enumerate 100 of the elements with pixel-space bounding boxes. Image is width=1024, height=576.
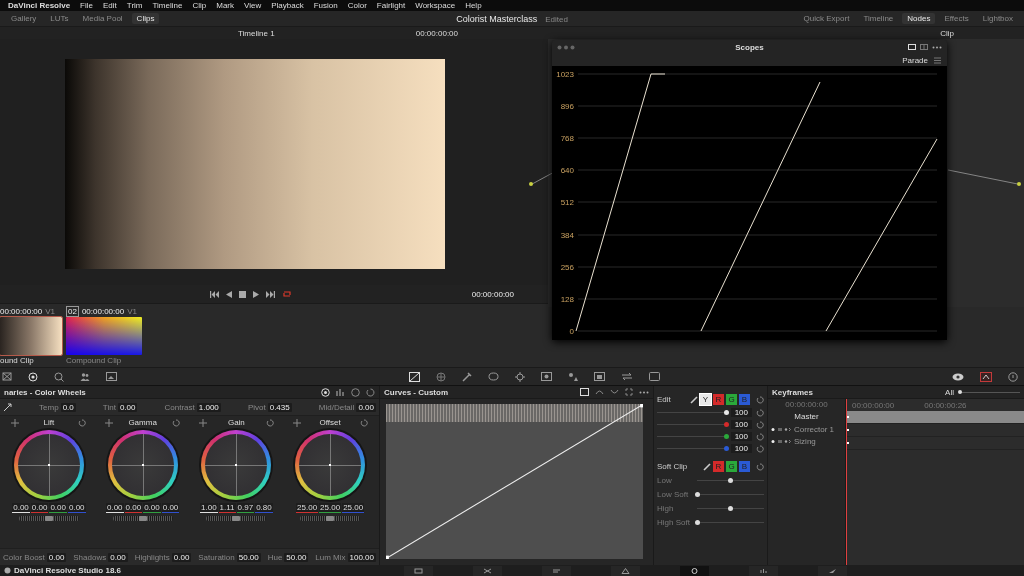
param-field[interactable]: 1.000: [196, 402, 221, 412]
master-wheel-thumb[interactable]: [138, 516, 147, 521]
stop-icon[interactable]: [239, 290, 246, 298]
menu-item[interactable]: Mark: [216, 0, 234, 11]
param-field[interactable]: 100.00: [347, 552, 376, 562]
master-wheel-thumb[interactable]: [44, 516, 53, 521]
page-button[interactable]: [611, 565, 640, 576]
page-button[interactable]: [473, 565, 502, 576]
wheel-value-field[interactable]: 0.00: [30, 503, 49, 513]
skip-forward-icon[interactable]: [266, 290, 275, 298]
more-icon[interactable]: [639, 390, 649, 394]
window-controls-icon[interactable]: [557, 44, 575, 50]
intensity-field[interactable]: 100: [730, 432, 752, 441]
wheel-value-field[interactable]: 0.00: [12, 503, 30, 513]
custom-curve-icon[interactable]: [580, 388, 589, 396]
menu-item[interactable]: Fusion: [313, 0, 338, 11]
toolbar-button[interactable]: Quick Export: [798, 13, 855, 24]
slider-thumb[interactable]: [694, 520, 700, 525]
track-name[interactable]: Sizing: [794, 436, 816, 446]
hue-curve-icon[interactable]: [595, 388, 604, 396]
master-wheel-track[interactable]: [18, 516, 79, 521]
reset-icon[interactable]: [366, 387, 375, 397]
page-button[interactable]: [818, 565, 847, 576]
keyframe-marker[interactable]: [847, 416, 849, 418]
param-field[interactable]: 0.00: [46, 552, 67, 562]
wheel-value-field[interactable]: 0.00: [67, 503, 86, 513]
auto-balance-icon[interactable]: [3, 402, 12, 412]
wheel-value-field[interactable]: 0.00: [124, 503, 143, 513]
eyedropper-icon[interactable]: [462, 371, 472, 382]
wheel-value-field[interactable]: 1.00: [200, 503, 218, 513]
color-wheel[interactable]: [13, 430, 84, 500]
skip-back-icon[interactable]: [210, 290, 219, 298]
wheel-value-field[interactable]: 0.00: [161, 503, 180, 513]
channel-button[interactable]: G: [726, 394, 737, 405]
param-field[interactable]: 0.0: [60, 402, 76, 412]
master-wheel-track[interactable]: [300, 516, 361, 521]
slider-thumb[interactable]: [724, 422, 730, 427]
timeline-dropdown[interactable]: Timeline 1: [238, 28, 275, 38]
link-icon[interactable]: [690, 395, 698, 404]
reset-icon[interactable]: [359, 418, 368, 427]
play-icon[interactable]: [253, 290, 259, 298]
curves-icon[interactable]: [409, 371, 420, 382]
menu-item[interactable]: View: [244, 0, 262, 11]
param-field[interactable]: 0.00: [108, 552, 128, 562]
keyframe-marker[interactable]: [847, 442, 849, 444]
toolbar-button[interactable]: Gallery: [6, 13, 42, 24]
wheel-value-field[interactable]: 25.00: [296, 503, 319, 513]
page-button[interactable]: [749, 565, 778, 576]
channel-button[interactable]: Y: [700, 394, 711, 405]
toolbar-button[interactable]: LUTs: [45, 13, 74, 24]
scope-settings-icon[interactable]: [934, 56, 941, 64]
play-reverse-icon[interactable]: [226, 290, 232, 298]
bars-mode-icon[interactable]: [336, 387, 345, 397]
master-wheel-track[interactable]: [112, 516, 173, 521]
expand-icon[interactable]: [625, 388, 633, 396]
zoom-slider-thumb[interactable]: [958, 389, 962, 394]
color-wheel[interactable]: [107, 430, 178, 500]
toolbar-button[interactable]: Lightbox: [977, 13, 1018, 24]
clip-thumbnail[interactable]: [0, 317, 62, 355]
slider-thumb[interactable]: [724, 410, 730, 415]
ellipse-window-icon[interactable]: [488, 372, 499, 381]
picker-icon[interactable]: [198, 418, 207, 427]
app-menu[interactable]: DaVinci Resolve: [8, 0, 71, 11]
intensity-field[interactable]: 100: [730, 444, 752, 453]
track-controls-icon[interactable]: [771, 426, 791, 432]
master-wheel-track[interactable]: [206, 516, 267, 521]
param-field[interactable]: 0.435: [267, 402, 292, 412]
master-wheel-thumb[interactable]: [232, 516, 241, 521]
param-field[interactable]: 50.00: [236, 552, 261, 562]
keyframe-marker[interactable]: [847, 429, 849, 431]
master-wheel-thumb[interactable]: [326, 516, 335, 521]
toolbar-button[interactable]: Media Pool: [77, 13, 128, 24]
page-button[interactable]: [680, 565, 709, 576]
track-controls-icon[interactable]: [771, 438, 791, 444]
magnifier-icon[interactable]: [54, 371, 64, 382]
reset-icon[interactable]: [78, 418, 87, 427]
slider-thumb[interactable]: [728, 478, 733, 483]
toolbar-button[interactable]: Timeline: [858, 13, 899, 24]
menu-item[interactable]: Color: [347, 0, 367, 11]
picker-icon[interactable]: [11, 418, 20, 427]
toolbar-button[interactable]: Nodes: [902, 13, 936, 24]
eye-icon[interactable]: [952, 372, 964, 381]
menu-item[interactable]: Clip: [192, 0, 207, 11]
dual-layout-icon[interactable]: [920, 44, 928, 50]
wheel-value-field[interactable]: 0.00: [49, 503, 67, 513]
shapes-icon[interactable]: [568, 371, 578, 382]
color-wheel[interactable]: [295, 430, 366, 500]
menu-item[interactable]: Fairlight: [376, 0, 406, 11]
node-mode-dropdown[interactable]: Clip: [940, 28, 954, 38]
reset-icon[interactable]: [172, 418, 181, 427]
param-field[interactable]: 50.00: [284, 552, 309, 562]
clip-thumbnail[interactable]: [66, 317, 142, 355]
param-field[interactable]: 0.00: [356, 402, 376, 412]
wheels-mode-icon[interactable]: [321, 387, 330, 397]
slider-thumb[interactable]: [728, 506, 733, 511]
color-wheels-icon[interactable]: [28, 371, 38, 382]
param-field[interactable]: 0.00: [117, 402, 138, 412]
scope-mode-dropdown[interactable]: Parade: [902, 55, 928, 65]
toolbar-button[interactable]: Clips: [131, 13, 160, 24]
track-name[interactable]: Corrector 1: [794, 424, 834, 434]
